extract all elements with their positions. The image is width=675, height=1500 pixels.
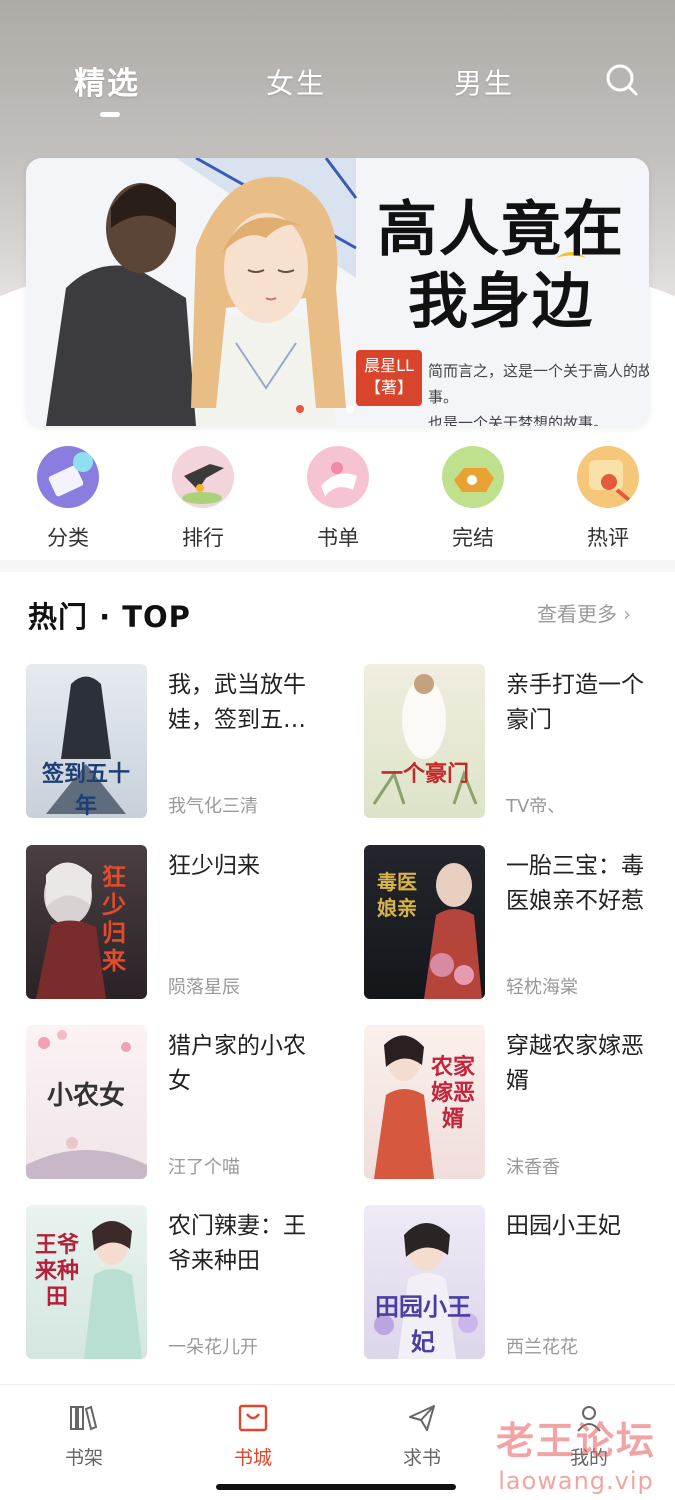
nav-bookshelf[interactable]: 书架 [34, 1401, 134, 1470]
book-title: 一胎三宝：毒医娘亲不好惹 [506, 853, 644, 914]
book-title: 农门辣妻：王爷来种田 [168, 1213, 306, 1274]
finished-icon [442, 446, 504, 508]
book-title: 我，武当放牛娃，签到五十年 [168, 672, 306, 733]
book-title: 狂少归来 [168, 853, 260, 879]
shortcut-category[interactable]: 分类 [18, 446, 118, 552]
shortcut-label: 热评 [587, 526, 629, 550]
shortcut-label: 分类 [47, 526, 89, 550]
tab-male[interactable]: 男生 [454, 62, 514, 102]
book-card[interactable]: 毒医娘亲 一胎三宝：毒医娘亲不好惹 轻枕海棠 [364, 845, 675, 1001]
cover-title: 毒医娘亲 [377, 870, 417, 920]
category-shortcuts: 分类 排行 书单 完结 热评 [0, 446, 675, 556]
shortcut-label: 书单 [317, 526, 359, 550]
search-icon [606, 64, 638, 96]
paper-plane-icon [409, 1405, 435, 1431]
book-author: 我气化三清 [168, 796, 258, 817]
book-card[interactable]: 签到五十年 我，武当放牛娃，签到五十年 我气化三清 [26, 664, 346, 820]
book-author: 汪了个喵 [168, 1157, 240, 1178]
book-cover: 一个豪门 [364, 664, 485, 818]
section-title: 热门 · TOP [28, 600, 191, 634]
book-card[interactable]: 小农女 猎户家的小农女 汪了个喵 [26, 1025, 346, 1181]
shortcut-finished[interactable]: 完结 [423, 446, 523, 552]
book-card[interactable]: 王爷来种田 农门辣妻：王爷来种田 一朵花儿开 [26, 1205, 346, 1361]
nav-label: 书架 [64, 1447, 103, 1469]
category-icon [37, 446, 99, 508]
cover-title: 狂少归来 [102, 863, 126, 975]
banner-pagination [296, 398, 396, 417]
banner-description: 简而言之，这是一个关于高人的故事。 也是一个关于梦想的故事。 [428, 358, 649, 426]
nav-label: 书城 [233, 1447, 272, 1469]
book-title: 亲手打造一个豪门 [506, 672, 644, 733]
book-cover: 毒医娘亲 [364, 845, 485, 999]
section-divider [0, 560, 675, 572]
shortcut-ranking[interactable]: 排行 [153, 446, 253, 552]
banner-title-line2: 我身边 [408, 267, 594, 337]
banner-desc-line2: 也是一个关于梦想的故事。 [428, 414, 609, 426]
pagination-dot[interactable] [346, 405, 354, 413]
shortcut-hot-comment[interactable]: 热评 [558, 446, 658, 552]
tab-female[interactable]: 女生 [266, 62, 326, 102]
book-cover: 狂少归来 [26, 845, 147, 999]
shortcut-label: 排行 [182, 526, 224, 550]
book-cover: 王爷来种田 [26, 1205, 147, 1359]
promo-banner[interactable]: 高人竟在 我身边 晨星LL 【著】 简而言之，这是一个关于高人的故事。 也是一个… [26, 158, 649, 426]
watermark-line1: 老王论坛 [495, 1419, 656, 1463]
see-more-label: 查看更多 [537, 602, 617, 626]
bookstore-icon [238, 1404, 268, 1432]
banner-desc-line1: 简而言之，这是一个关于高人的故事。 [428, 362, 649, 406]
book-author: 轻枕海棠 [506, 977, 578, 998]
banner-title-line1: 高人竟在 [377, 195, 625, 265]
search-button[interactable] [604, 62, 640, 98]
bookshelf-icon [70, 1405, 98, 1431]
booklist-icon [307, 446, 369, 508]
watermark-line2: laowang.vip [498, 1467, 654, 1495]
cover-title: 签到五十年 [41, 762, 130, 818]
home-indicator[interactable] [216, 1484, 456, 1490]
book-author: 西兰花花 [506, 1337, 578, 1358]
ranking-icon [172, 446, 234, 508]
forum-watermark: 老王论坛 laowang.vip [486, 1410, 666, 1495]
pagination-dot-active[interactable] [296, 405, 304, 413]
book-cover: 田园小王妃 [364, 1205, 485, 1359]
banner-author: 晨星LL [364, 356, 414, 375]
banner-title: 高人竟在 我身边 [356, 194, 646, 338]
book-cover: 签到五十年 [26, 664, 147, 818]
cover-title: 农家嫁恶婿 [430, 1055, 475, 1132]
cover-title: 小农女 [46, 1081, 125, 1111]
book-card[interactable]: 一个豪门 亲手打造一个豪门 TV帝、 [364, 664, 675, 820]
see-more-link[interactable]: 查看更多 › [537, 598, 631, 627]
nav-label: 求书 [402, 1447, 441, 1469]
chevron-right-icon: › [623, 602, 631, 626]
top-tabs: 精选 女生 男生 [0, 58, 675, 118]
book-title: 猎户家的小农女 [168, 1033, 306, 1094]
book-author: 陨落星辰 [168, 977, 240, 998]
tab-indicator [100, 112, 120, 117]
book-cover: 农家嫁恶婿 [364, 1025, 485, 1179]
book-author: 一朵花儿开 [168, 1337, 258, 1358]
tab-featured[interactable]: 精选 [74, 58, 140, 103]
cover-title: 一个豪门 [380, 762, 469, 787]
hot-comment-icon [577, 446, 639, 508]
shortcut-label: 完结 [452, 526, 494, 550]
nav-bookstore[interactable]: 书城 [203, 1401, 303, 1470]
banner-author-tag: 【著】 [364, 378, 413, 397]
book-title: 穿越农家嫁恶婿 [506, 1033, 644, 1094]
book-cover: 小农女 [26, 1025, 147, 1179]
shortcut-booklist[interactable]: 书单 [288, 446, 388, 552]
book-author: TV帝、 [506, 796, 566, 817]
book-card[interactable]: 狂少归来 狂少归来 陨落星辰 [26, 845, 346, 1001]
cover-title: 王爷来种田 [34, 1233, 79, 1310]
nav-request-book[interactable]: 求书 [372, 1401, 472, 1470]
book-title: 田园小王妃 [506, 1213, 621, 1239]
book-author: 沫香香 [506, 1157, 560, 1178]
book-card[interactable]: 农家嫁恶婿 穿越农家嫁恶婿 沫香香 [364, 1025, 675, 1181]
book-card[interactable]: 田园小王妃 田园小王妃 西兰花花 [364, 1205, 675, 1361]
cover-title: 田园小王妃 [375, 1293, 471, 1356]
